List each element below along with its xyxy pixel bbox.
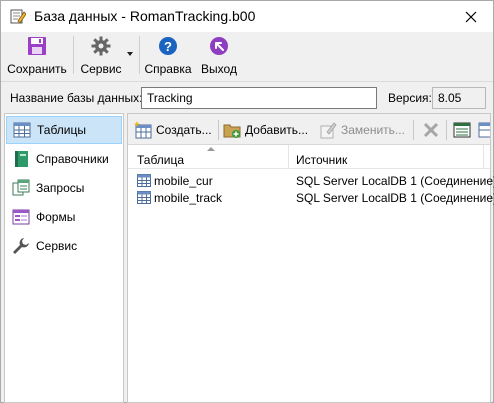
sidebar-item-label: Справочники — [36, 152, 109, 166]
gear-icon — [91, 36, 111, 56]
create-button[interactable]: Создать... — [134, 118, 212, 142]
add-folder-icon — [223, 124, 241, 138]
exit-label: Выход — [201, 62, 237, 76]
replace-button[interactable]: Заменить... — [319, 118, 405, 142]
database-name-input[interactable]: Tracking — [141, 87, 377, 109]
help-icon: ? — [159, 37, 177, 55]
sidebar-item-queries[interactable]: Запросы — [6, 174, 122, 202]
query-icon — [12, 179, 30, 196]
exit-button[interactable]: Выход — [197, 32, 241, 78]
list-header: Таблица Источник — [128, 145, 490, 169]
add-label: Добавить... — [245, 123, 309, 137]
sort-up-icon — [207, 147, 215, 151]
exit-icon — [210, 37, 228, 55]
toolbar-separator — [139, 36, 140, 74]
window-title: База данных - RomanTracking.b00 — [34, 8, 256, 24]
tables-list: Таблица Источник mobile_cur SQL Server L… — [128, 145, 494, 402]
database-info-row: Название базы данных: Tracking Версия: 8… — [1, 81, 493, 113]
delete-icon — [423, 122, 439, 138]
toolbar-separator — [73, 36, 74, 74]
database-name-label: Название базы данных: — [10, 91, 143, 105]
replace-label: Заменить... — [341, 123, 405, 137]
delete-button[interactable] — [422, 118, 440, 142]
table-icon — [137, 174, 151, 187]
sidebar-item-dictionaries[interactable]: Справочники — [6, 145, 122, 173]
svg-text:?: ? — [164, 39, 172, 54]
table-row[interactable]: mobile_track SQL Server LocalDB 1 (Соеди… — [128, 190, 494, 207]
sidebar-item-tables[interactable]: Таблицы — [6, 116, 122, 144]
toolbar-separator — [446, 120, 447, 140]
table-row[interactable]: mobile_cur SQL Server LocalDB 1 (Соедине… — [128, 173, 494, 190]
toolbar-separator — [413, 120, 414, 140]
version-value: 8.05 — [432, 87, 486, 109]
help-button[interactable]: ? Справка — [143, 32, 193, 78]
close-icon — [465, 11, 477, 22]
close-button[interactable] — [449, 1, 493, 32]
service-label: Сервис — [80, 62, 122, 76]
column-divider[interactable] — [288, 145, 289, 169]
sidebar-item-label: Запросы — [36, 181, 85, 195]
panel-toolbar: Создать... Добавить... Заменить... — [128, 114, 490, 145]
chevron-down-icon[interactable] — [127, 52, 133, 56]
book-icon — [15, 151, 28, 167]
app-window: База данных - RomanTracking.b00 Сохранит… — [0, 0, 494, 403]
column-header-source[interactable]: Источник — [296, 145, 347, 169]
table-icon — [13, 122, 31, 138]
sidebar: Таблицы Справочники Запросы Формы Сервис — [4, 113, 124, 403]
table-icon — [137, 191, 151, 204]
form-icon — [12, 209, 30, 225]
create-label: Создать... — [156, 123, 212, 137]
floppy-disk-icon — [28, 37, 46, 55]
add-button[interactable]: Добавить... — [223, 118, 308, 142]
table-source: SQL Server LocalDB 1 (Соединение) — [296, 191, 494, 205]
wrench-icon — [13, 238, 29, 254]
sidebar-item-service[interactable]: Сервис — [6, 232, 122, 260]
sidebar-item-label: Формы — [36, 210, 76, 224]
tables-panel: Создать... Добавить... Заменить... Табли… — [127, 113, 494, 403]
main-toolbar: Сохранить Сервис ? Справка Выход — [1, 32, 493, 80]
table-view-icon — [478, 122, 490, 138]
table-name: mobile_cur — [154, 174, 213, 188]
database-edit-icon — [10, 9, 26, 24]
table-properties-button[interactable] — [453, 118, 471, 142]
help-label: Справка — [144, 62, 192, 76]
column-header-table[interactable]: Таблица — [137, 145, 184, 169]
save-button[interactable]: Сохранить — [5, 32, 69, 78]
toolbar-separator — [218, 120, 219, 140]
table-name: mobile_track — [154, 191, 223, 205]
title-bar: База данных - RomanTracking.b00 — [1, 1, 493, 32]
table-view-button[interactable] — [478, 118, 490, 142]
sidebar-item-label: Таблицы — [37, 123, 87, 137]
table-properties-icon — [453, 122, 471, 138]
sidebar-item-label: Сервис — [36, 239, 78, 253]
table-source: SQL Server LocalDB 1 (Соединение) — [296, 174, 494, 188]
column-divider[interactable] — [483, 145, 484, 169]
version-label: Версия: — [388, 91, 432, 105]
new-table-icon — [134, 121, 152, 139]
save-label: Сохранить — [7, 62, 67, 76]
sidebar-item-forms[interactable]: Формы — [6, 203, 122, 231]
service-button[interactable]: Сервис — [77, 32, 125, 78]
replace-icon — [320, 122, 337, 139]
